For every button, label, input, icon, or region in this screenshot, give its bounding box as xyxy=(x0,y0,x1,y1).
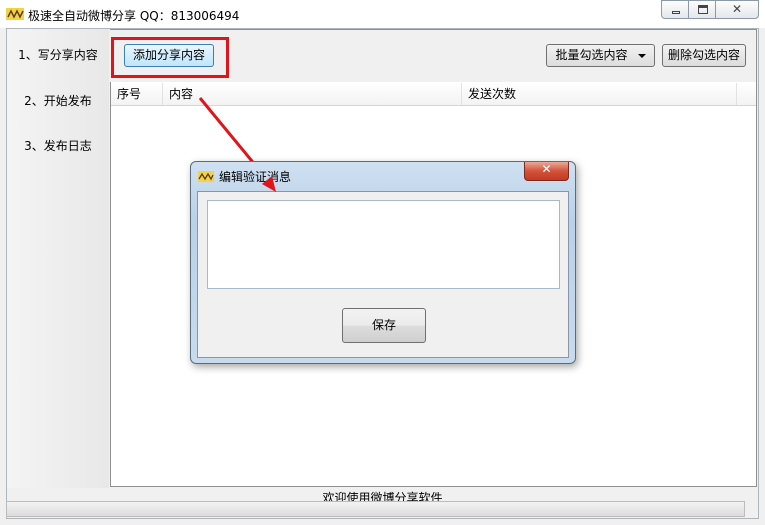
sidebar-item-write-content[interactable]: 1、写分享内容 xyxy=(7,46,109,63)
edit-message-dialog: 编辑验证消息 ✕ 保存 xyxy=(190,161,576,364)
delete-selected-label: 删除勾选内容 xyxy=(667,48,740,62)
app-logo-icon xyxy=(6,8,24,20)
batch-select-label: 批量勾选内容 xyxy=(555,48,628,62)
app-window: 极速全自动微博分享 QQ：813006494 ✕ 1、写分享内容 2、开始发布 … xyxy=(0,0,765,525)
dialog-close-button[interactable]: ✕ xyxy=(524,162,569,181)
dialog-logo-icon xyxy=(198,171,214,182)
sidebar-item-start-publish[interactable]: 2、开始发布 xyxy=(7,92,109,109)
batch-select-dropdown[interactable]: 批量勾选内容 xyxy=(546,44,655,67)
column-header-index[interactable]: 序号 xyxy=(111,83,163,105)
column-header-send-count[interactable]: 发送次数 xyxy=(462,83,737,105)
close-icon: ✕ xyxy=(541,162,552,176)
chevron-down-icon xyxy=(637,53,646,58)
progress-bar xyxy=(6,501,745,517)
sidebar-item-publish-log[interactable]: 3、发布日志 xyxy=(7,137,109,154)
close-icon: ✕ xyxy=(731,2,743,16)
maximize-button[interactable] xyxy=(688,0,716,19)
window-controls: ✕ xyxy=(661,0,759,20)
title-bar[interactable]: 极速全自动微博分享 QQ：813006494 ✕ xyxy=(0,0,765,28)
sidebar: 1、写分享内容 2、开始发布 3、发布日志 xyxy=(7,29,109,488)
maximize-icon xyxy=(698,5,708,14)
highlight-box xyxy=(111,37,229,78)
delete-selected-button[interactable]: 删除勾选内容 xyxy=(662,44,746,67)
minimize-icon xyxy=(672,11,680,14)
dialog-title: 编辑验证消息 xyxy=(219,170,292,184)
save-button[interactable]: 保存 xyxy=(342,308,426,343)
save-button-label: 保存 xyxy=(371,318,396,332)
window-title: 极速全自动微博分享 QQ：813006494 xyxy=(28,9,240,23)
close-button[interactable]: ✕ xyxy=(715,0,759,19)
list-header: 序号 内容 发送次数 xyxy=(111,83,756,106)
minimize-button[interactable] xyxy=(661,0,689,19)
message-textarea[interactable] xyxy=(207,200,560,289)
column-header-content[interactable]: 内容 xyxy=(163,83,462,105)
dialog-body: 保存 xyxy=(197,191,569,358)
